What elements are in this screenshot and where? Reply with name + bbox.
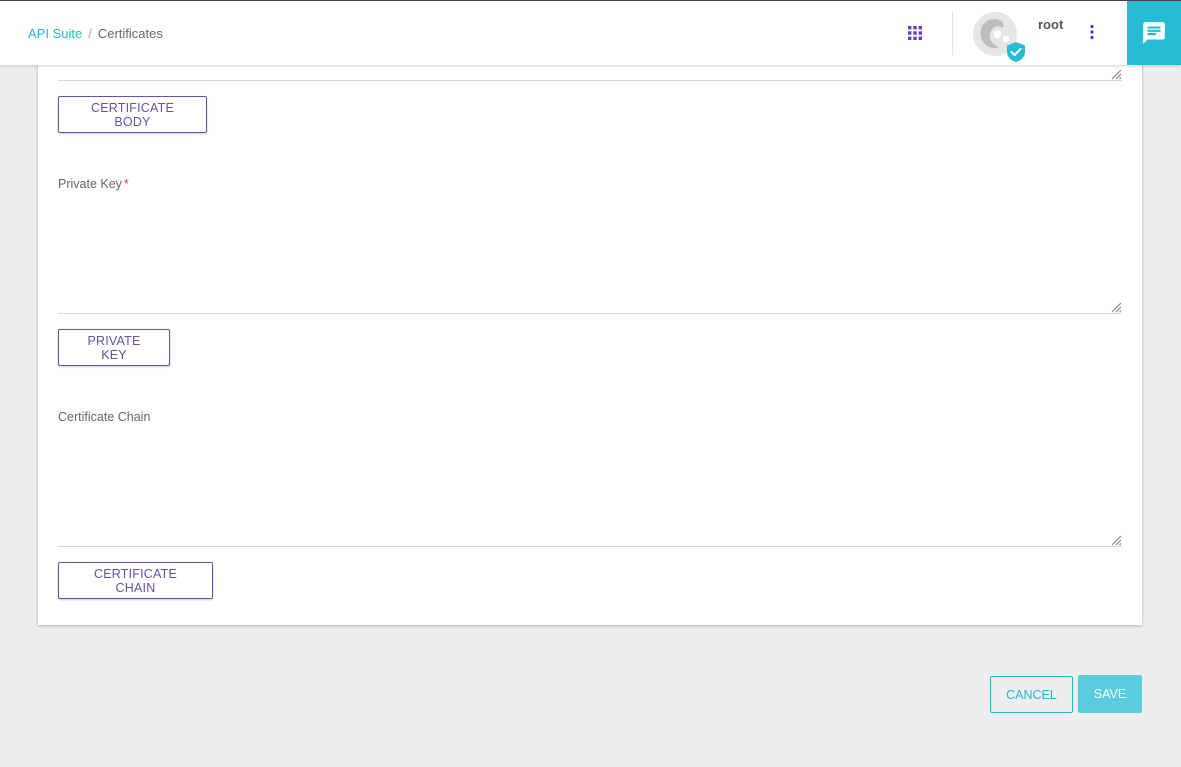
certificate-chain-label: Certificate Chain — [58, 410, 151, 424]
verified-check-icon — [1007, 42, 1025, 62]
private-key-textarea[interactable] — [58, 200, 1122, 312]
chat-button[interactable] — [1127, 1, 1181, 65]
required-marker: * — [123, 177, 129, 191]
header-divider — [952, 11, 953, 55]
resize-handle-icon[interactable] — [1108, 66, 1122, 80]
cancel-button[interactable]: CANCEL — [990, 676, 1073, 713]
avatar[interactable] — [970, 11, 1028, 63]
private-key-label-text: Private Key — [58, 177, 122, 191]
breadcrumb: API Suite / Certificates — [28, 26, 163, 41]
certificate-body-button[interactable]: CERTIFICATE BODY — [58, 96, 207, 133]
certificate-chain-textarea[interactable] — [58, 433, 1122, 545]
save-button[interactable]: SAVE — [1078, 675, 1142, 713]
resize-handle-icon[interactable] — [1108, 299, 1122, 313]
certificate-form-card: CERTIFICATE BODY Private Key * PRIVATE KE… — [38, 50, 1142, 625]
private-key-textarea-underline — [58, 313, 1122, 314]
chat-icon — [1143, 22, 1165, 44]
certificate-body-textarea-underline[interactable] — [58, 80, 1122, 81]
certificate-chain-textarea-underline — [58, 546, 1122, 547]
top-app-bar: API Suite / Certificates root — [0, 0, 1181, 65]
breadcrumb-current: Certificates — [97, 26, 163, 41]
apps-grid-icon[interactable] — [906, 24, 924, 42]
breadcrumb-link-api-suite[interactable]: API Suite — [28, 26, 82, 41]
resize-handle-icon[interactable] — [1108, 532, 1122, 546]
username-label[interactable]: root — [1038, 17, 1063, 32]
breadcrumb-separator: / — [88, 26, 92, 41]
more-vert-icon[interactable] — [1085, 23, 1099, 41]
certificate-chain-button[interactable]: CERTIFICATE CHAIN — [58, 562, 213, 599]
private-key-button[interactable]: PRIVATE KEY — [58, 329, 170, 366]
private-key-label: Private Key * — [58, 177, 129, 191]
